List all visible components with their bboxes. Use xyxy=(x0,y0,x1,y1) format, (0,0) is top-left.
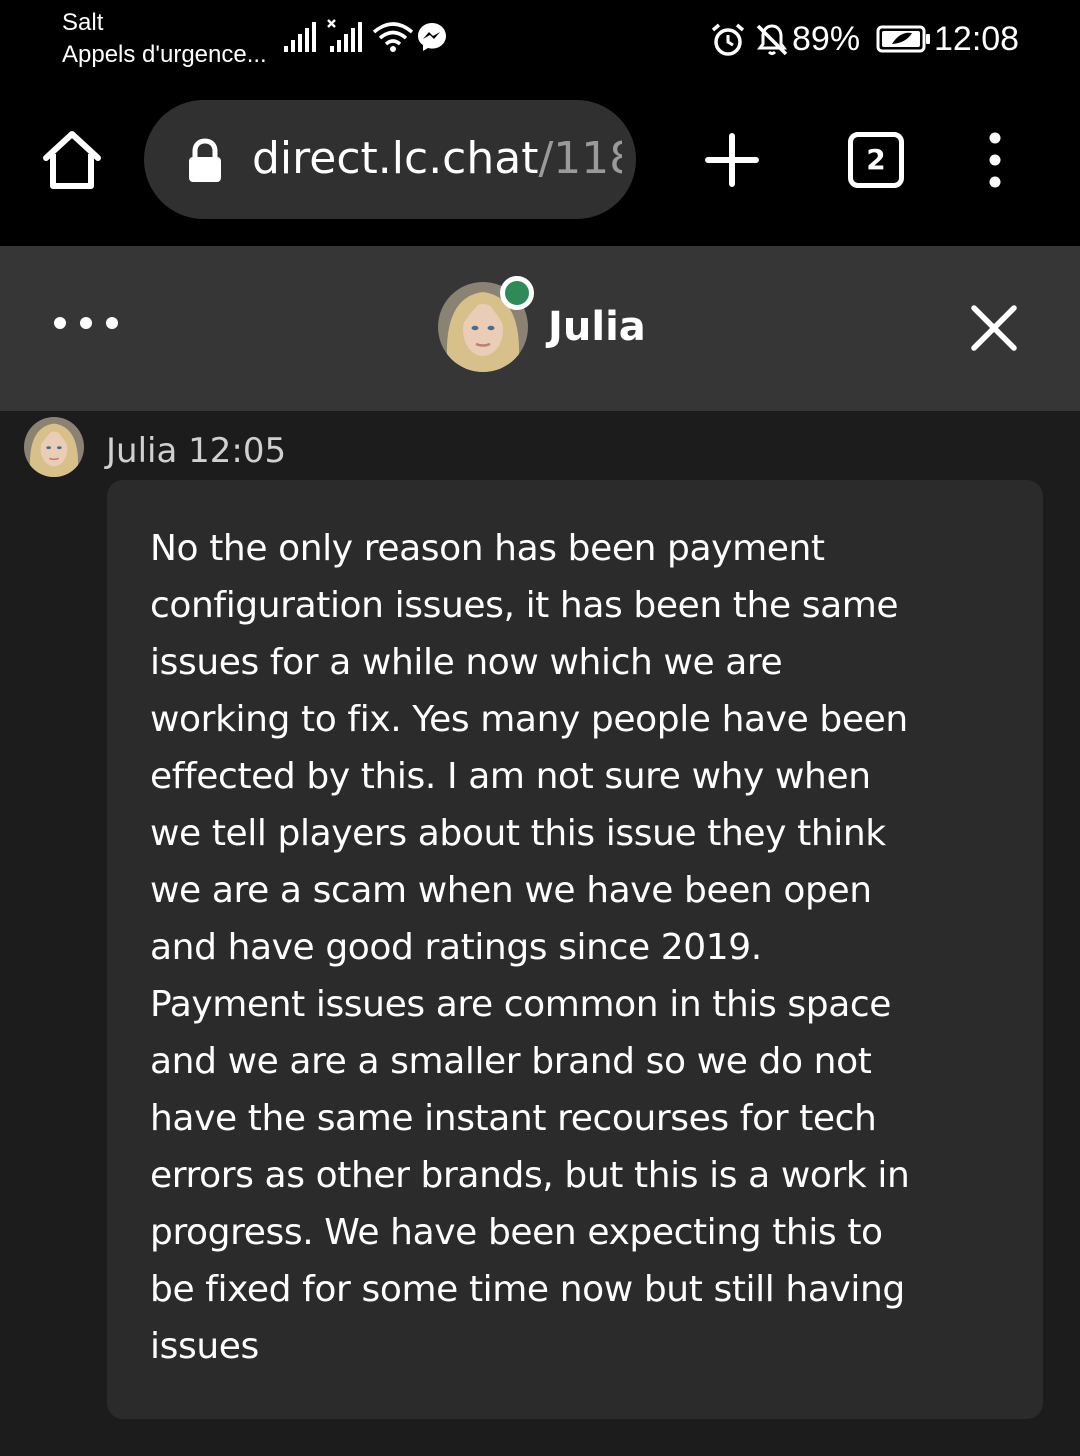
message-list[interactable]: Julia 12:05 No the only reason has been … xyxy=(0,411,1080,1456)
status-clock: 12:08 xyxy=(934,20,1020,58)
message-line: and have good ratings since 2019. xyxy=(150,927,762,968)
url-path: /118 xyxy=(538,133,622,184)
notifications-muted-icon xyxy=(756,24,788,56)
more-horiz-icon[interactable] xyxy=(50,308,122,338)
url-domain: direct.lc.chat xyxy=(252,133,539,184)
message-bubble[interactable]: No the only reason has been payment conf… xyxy=(107,480,1043,1419)
sender-avatar xyxy=(24,417,84,477)
message-line: progress. We have been expecting this to xyxy=(150,1212,883,1253)
message-line: effected by this. I am not sure why when xyxy=(150,756,871,797)
lock-icon xyxy=(189,138,221,182)
signal-bars-no-sim-icon xyxy=(327,19,362,52)
message-line: and we are a smaller brand so we do not xyxy=(150,1041,872,1082)
message-line: issues for a while now which we are xyxy=(150,642,783,683)
carrier-info: Salt Appels d'urgence... xyxy=(62,8,267,72)
message-meta: Julia 12:05 xyxy=(106,431,287,471)
online-status-indicator xyxy=(500,276,534,310)
more-vert-icon[interactable] xyxy=(980,132,1010,188)
home-icon[interactable] xyxy=(40,128,104,192)
alarm-icon xyxy=(711,23,745,56)
plus-icon[interactable] xyxy=(704,132,760,188)
status-bar: Salt Appels d'urgence... 89% 12:08 xyxy=(0,0,1080,80)
battery-percentage: 89% xyxy=(792,20,861,58)
messenger-icon xyxy=(418,23,446,51)
browser-toolbar: direct.lc.chat/118 2 xyxy=(0,80,1080,246)
message-line: working to fix. Yes many people have bee… xyxy=(150,699,908,740)
message-line: issues xyxy=(150,1326,259,1367)
agent-name: Julia xyxy=(548,304,646,350)
url-text[interactable]: direct.lc.chat/118 xyxy=(252,130,622,188)
message-line: errors as other brands, but this is a wo… xyxy=(150,1155,910,1196)
carrier-name: Salt xyxy=(62,9,104,36)
address-bar[interactable]: direct.lc.chat/118 xyxy=(144,100,636,219)
wifi-icon xyxy=(372,22,414,52)
battery-saver-icon xyxy=(876,25,930,53)
message-line: Payment issues are common in this space xyxy=(150,984,892,1025)
tab-switcher-button[interactable]: 2 xyxy=(848,132,904,188)
close-icon[interactable] xyxy=(966,300,1022,356)
message-line: configuration issues, it has been the sa… xyxy=(150,585,899,626)
message-line: have the same instant recourses for tech xyxy=(150,1098,877,1139)
signal-bars-icon xyxy=(284,22,316,52)
message-line: we tell players about this issue they th… xyxy=(150,813,886,854)
message-text: No the only reason has been payment conf… xyxy=(150,520,1003,1375)
chat-header: Julia xyxy=(0,246,1080,411)
message-line: we are a scam when we have been open xyxy=(150,870,872,911)
message-line: be fixed for some time now but still hav… xyxy=(150,1269,905,1310)
carrier-status: Appels d'urgence... xyxy=(62,41,267,68)
message-line: No the only reason has been payment xyxy=(150,528,825,569)
